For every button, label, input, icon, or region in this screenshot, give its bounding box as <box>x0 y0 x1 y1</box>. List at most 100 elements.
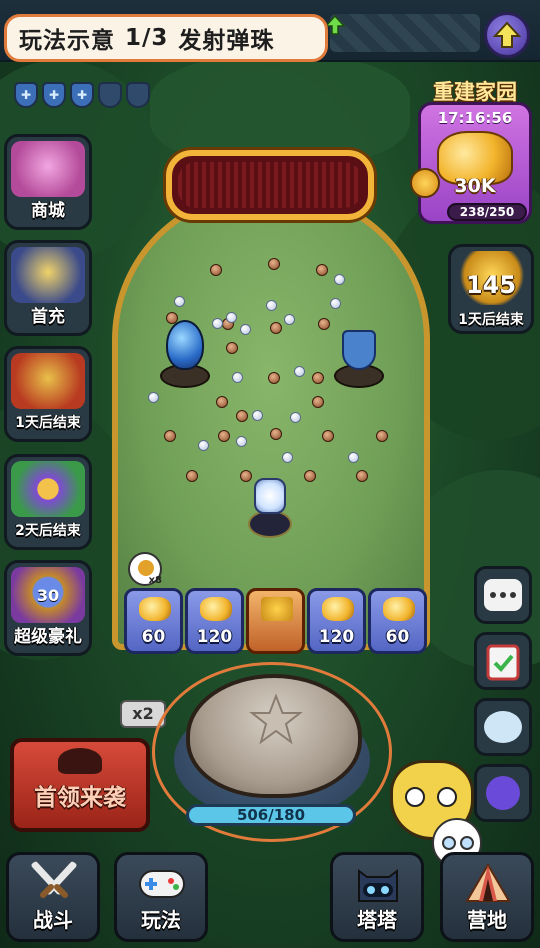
reward-slot-special <box>246 588 305 654</box>
marble <box>240 324 251 335</box>
tasks-button[interactable] <box>474 632 532 690</box>
gamepad-icon <box>139 870 185 898</box>
chat-button[interactable] <box>474 566 532 624</box>
peg <box>316 264 328 276</box>
tutorial-subtitle: 发射弹珠 <box>178 28 275 54</box>
reward-value: 60 <box>385 627 410 647</box>
super-gift-button[interactable]: 30 超级豪礼 <box>4 560 92 656</box>
cat-eye <box>437 787 457 807</box>
peg <box>270 322 282 334</box>
crossed-swords-icon <box>31 861 77 898</box>
rebuild-home-panel[interactable]: 重建家园 17:16:56 30K 238/250 <box>410 76 532 224</box>
marble <box>348 452 359 463</box>
marble <box>148 392 159 403</box>
boss-label: 首领来袭 <box>34 785 126 811</box>
nav-gameplay-label: 玩法 <box>141 908 181 932</box>
marble <box>212 318 223 329</box>
marble <box>232 372 243 383</box>
marble <box>174 296 185 307</box>
nav-tata[interactable]: 塔塔 <box>330 852 424 942</box>
shield-icon: ✚ <box>42 82 66 108</box>
coin-pile-icon <box>139 597 171 621</box>
marble <box>226 312 237 323</box>
shield-indicator: ✚ ✚ ✚ <box>14 82 150 108</box>
peg <box>322 430 334 442</box>
capsule-icon <box>254 478 286 514</box>
bottom-nav: 战斗 玩法 塔塔 营地 <box>0 852 540 948</box>
chat-icon <box>484 579 522 611</box>
trophy-label: 1天后结束 <box>458 312 524 328</box>
reward-slot: 120 <box>185 588 244 654</box>
marble <box>198 440 209 451</box>
shield-icon: ✚ <box>14 82 38 108</box>
marble <box>236 436 247 447</box>
tutorial-title: 玩法示意 <box>19 28 115 54</box>
star-egg-icon <box>166 320 204 370</box>
event-fox-label: 1天后结束 <box>15 415 81 431</box>
peg <box>318 318 330 330</box>
reward-slot: 60 <box>124 588 183 654</box>
first-recharge-label: 首充 <box>31 307 65 327</box>
peg <box>210 264 222 276</box>
cat-robot-icon <box>358 869 398 902</box>
reward-slot: 60 <box>368 588 427 654</box>
peg <box>376 430 388 442</box>
rebuild-timer: 17:16:56 <box>437 109 513 127</box>
gift-30-icon: 30 <box>11 567 85 623</box>
friends-button[interactable] <box>474 698 532 756</box>
marble <box>290 412 301 423</box>
event-wheel-label: 2天后结束 <box>15 523 81 539</box>
key-multiplier-bubble: x8 <box>128 552 162 586</box>
rebuild-card[interactable]: 17:16:56 30K 238/250 <box>418 102 532 224</box>
reward-value: 60 <box>141 627 166 647</box>
reward-value: 120 <box>196 627 233 647</box>
tent-icon <box>465 863 511 902</box>
shield-altar <box>334 330 384 390</box>
peg <box>240 470 252 482</box>
marble <box>266 300 277 311</box>
nav-camp[interactable]: 营地 <box>440 852 534 942</box>
friends-icon <box>484 711 522 743</box>
marble <box>330 298 341 309</box>
trophy-value: 145 <box>465 271 517 299</box>
fox-character-icon <box>11 353 85 409</box>
nav-battle-label: 战斗 <box>33 908 73 932</box>
marble <box>294 366 305 377</box>
peg <box>304 470 316 482</box>
cat-badge-button[interactable] <box>474 764 532 822</box>
mystery-star-icon <box>261 597 293 621</box>
egg-altar <box>160 320 210 390</box>
coin-pile-icon <box>200 597 232 621</box>
peg <box>356 470 368 482</box>
gift-badge: 30 <box>36 585 60 605</box>
trophy-event-button[interactable]: 145 1天后结束 <box>448 244 534 334</box>
shield-icon <box>342 330 376 370</box>
upgrade-button[interactable] <box>484 12 530 58</box>
peg <box>164 430 176 442</box>
peg <box>226 342 238 354</box>
peg <box>218 430 230 442</box>
event-wheel-button[interactable]: 2天后结束 <box>4 454 92 550</box>
boss-incoming-button[interactable]: 首领来袭 <box>10 738 150 832</box>
boss-icon <box>58 748 102 774</box>
nav-gameplay[interactable]: 玩法 <box>114 852 208 942</box>
peg <box>312 372 324 384</box>
key-multiplier: x8 <box>148 575 162 586</box>
peg <box>270 428 282 440</box>
peg <box>236 410 248 422</box>
super-gift-label: 超级豪礼 <box>14 627 82 647</box>
nav-tata-label: 塔塔 <box>357 908 397 932</box>
marquee-sign <box>166 150 374 220</box>
coin-pile-icon <box>322 597 354 621</box>
reward-slots: 60 120 120 60 <box>124 588 427 654</box>
shield-icon <box>126 82 150 108</box>
shop-button[interactable]: 商城 <box>4 134 92 230</box>
nav-battle[interactable]: 战斗 <box>6 852 100 942</box>
goal-base <box>248 510 292 538</box>
game-scene: 玩法示意 1/3 发射弹珠 ✚ ✚ ✚ 商城 首充 1天后结束 2天后结束 30… <box>0 0 540 948</box>
first-recharge-button[interactable]: 首充 <box>4 240 92 336</box>
ball-count-bar: 506/180 <box>186 804 356 826</box>
tutorial-step: 1/3 <box>125 25 169 51</box>
peg <box>312 396 324 408</box>
event-fox-button[interactable]: 1天后结束 <box>4 346 92 442</box>
